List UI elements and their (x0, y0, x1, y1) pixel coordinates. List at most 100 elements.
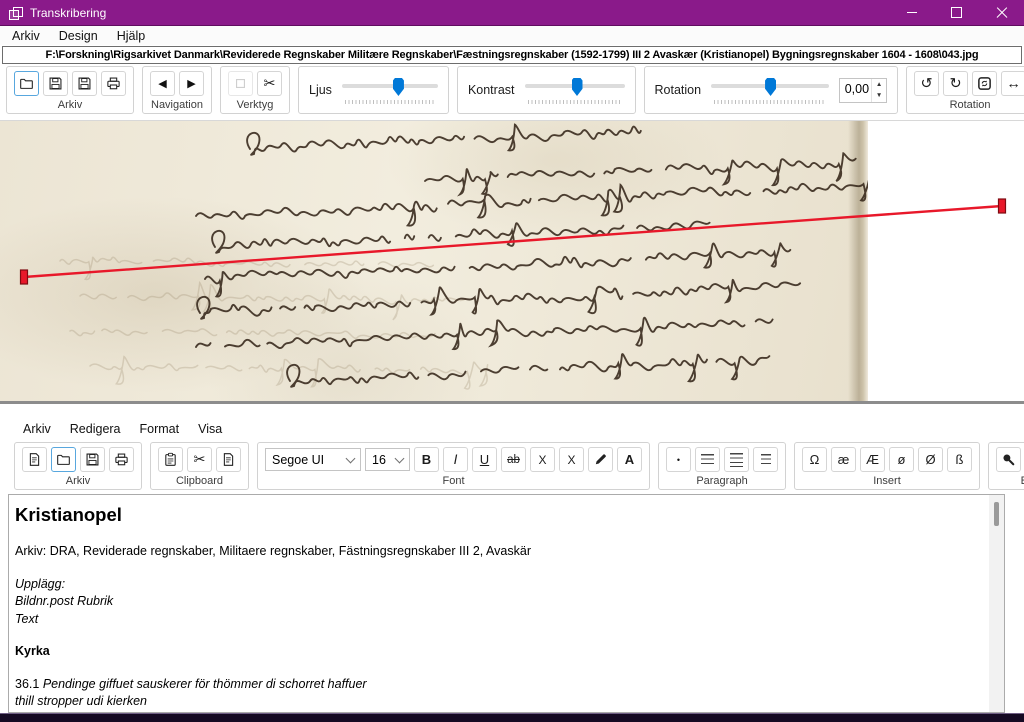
bullet-list-button[interactable]: • (666, 447, 691, 472)
slider-thumb[interactable] (765, 78, 776, 96)
open-folder-icon (19, 76, 34, 91)
group-label: Arkiv (66, 476, 90, 487)
slider-thumb[interactable] (393, 78, 404, 96)
cut-tool-button[interactable]: ✂ (257, 71, 282, 96)
scrollbar-thumb[interactable] (994, 502, 999, 526)
font-family-value: Segoe UI (272, 453, 324, 467)
spin-up-button[interactable]: ▲ (872, 79, 886, 90)
previous-image-button[interactable]: ◀ (150, 71, 175, 96)
main-menubar: Arkiv Design Hjälp (0, 26, 1024, 45)
alignment-line[interactable] (24, 206, 1002, 277)
group-label: Insert (873, 476, 901, 487)
select-tool-button[interactable] (228, 71, 253, 96)
list-style-3-button[interactable] (753, 447, 778, 472)
insert-eszett-button[interactable]: ß (947, 447, 972, 472)
menu-arkiv-editor[interactable]: Arkiv (23, 422, 51, 436)
list-lines-icon (761, 454, 771, 466)
rotate-90-button[interactable] (972, 71, 997, 96)
spin-down-button[interactable]: ▼ (872, 90, 886, 101)
insert-AE-button[interactable]: Æ (860, 447, 885, 472)
new-document-button[interactable] (22, 447, 47, 472)
slider-thumb[interactable] (572, 78, 583, 96)
alignment-handle-right[interactable] (999, 199, 1006, 213)
cut-button[interactable]: ✂ (187, 447, 212, 472)
highlight-button[interactable] (588, 447, 613, 472)
app-icon (9, 7, 22, 19)
editor-content[interactable]: Kristianopel Arkiv: DRA, Reviderade regn… (9, 495, 1004, 711)
paste-button[interactable] (158, 447, 183, 472)
print-button[interactable] (109, 447, 134, 472)
strikethrough-button[interactable]: ab (501, 447, 526, 472)
subscript-button[interactable]: X (559, 447, 584, 472)
contrast-slider[interactable] (525, 75, 625, 105)
font-family-dropdown[interactable]: Segoe UI (265, 448, 361, 471)
superscript-button[interactable]: X (530, 447, 555, 472)
group-clipboard: ✂ Clipboard (150, 442, 249, 490)
save-button[interactable] (80, 447, 105, 472)
print-button[interactable] (101, 71, 126, 96)
rotation-slider[interactable] (711, 75, 829, 105)
editor-line: Upplägg: (15, 576, 984, 594)
bold-button[interactable]: B (414, 447, 439, 472)
insert-ae-button[interactable]: æ (831, 447, 856, 472)
save-button[interactable] (43, 71, 68, 96)
menu-design[interactable]: Design (59, 29, 98, 43)
contrast-label: Kontrast (468, 83, 515, 97)
image-toolbar: Arkiv ◀ ▶ Navigation ✂ Verktyg Ljus Kont… (6, 66, 1024, 114)
list-style-1-button[interactable] (695, 447, 720, 472)
save-as-button[interactable] (72, 71, 97, 96)
slider-ticks (345, 100, 435, 104)
maximize-button[interactable] (934, 0, 979, 25)
rotation-value[interactable]: 0,00 (840, 79, 871, 102)
rotation-spinbox[interactable]: 0,00 ▲ ▼ (839, 78, 887, 103)
menu-arkiv[interactable]: Arkiv (12, 29, 40, 43)
group-label: Clipboard (176, 476, 223, 487)
underline-button[interactable]: U (472, 447, 497, 472)
minimize-button[interactable] (889, 0, 934, 25)
font-color-button[interactable]: A (617, 447, 642, 472)
italic-button[interactable]: I (443, 447, 468, 472)
search-icon (1001, 452, 1016, 467)
editor-line: Text (15, 611, 984, 629)
titlebar: Transkribering (0, 0, 1024, 26)
group-insert: Ω æ Æ ø Ø ß Insert (794, 442, 980, 490)
slider-track[interactable] (342, 84, 438, 88)
transcription-editor[interactable]: Kristianopel Arkiv: DRA, Reviderade regn… (8, 494, 1005, 713)
group-rotation: ↺ ↻ ↔ Rotation (906, 66, 1024, 114)
open-file-button[interactable] (14, 71, 39, 96)
list-style-2-button[interactable] (724, 447, 749, 472)
manuscript-viewport[interactable] (0, 120, 1024, 404)
rotate-left-button[interactable]: ↺ (914, 71, 939, 96)
group-editing: Editing (988, 442, 1024, 490)
menu-format[interactable]: Format (140, 422, 180, 436)
close-button[interactable] (979, 0, 1024, 25)
brightness-slider[interactable] (342, 75, 438, 105)
alignment-handle-left[interactable] (21, 270, 28, 284)
insert-omega-button[interactable]: Ω (802, 447, 827, 472)
maximize-icon (951, 7, 962, 18)
group-label: Rotation (950, 100, 991, 111)
menu-visa[interactable]: Visa (198, 422, 222, 436)
rotate-right-button[interactable]: ↻ (943, 71, 968, 96)
font-size-dropdown[interactable]: 16 (365, 448, 410, 471)
group-verktyg: ✂ Verktyg (220, 66, 290, 114)
editor-scrollbar[interactable] (989, 495, 1004, 712)
next-image-button[interactable]: ▶ (179, 71, 204, 96)
menu-redigera[interactable]: Redigera (70, 422, 121, 436)
copy-button[interactable] (216, 447, 241, 472)
selection-square-icon (233, 76, 248, 91)
list-lines-icon (730, 453, 743, 467)
flip-horizontal-button[interactable]: ↔ (1001, 71, 1024, 96)
group-arkiv: Arkiv (6, 66, 134, 114)
group-navigation: ◀ ▶ Navigation (142, 66, 212, 114)
alignment-line-overlay (0, 121, 1024, 401)
editor-line: Kristianopel (15, 502, 984, 528)
insert-o-slash-button[interactable]: ø (889, 447, 914, 472)
insert-O-slash-button[interactable]: Ø (918, 447, 943, 472)
window-title: Transkribering (30, 6, 106, 20)
close-icon (996, 7, 1008, 19)
editor-line (15, 528, 984, 543)
search-button[interactable] (996, 447, 1021, 472)
menu-hjalp[interactable]: Hjälp (117, 29, 146, 43)
open-file-button[interactable] (51, 447, 76, 472)
